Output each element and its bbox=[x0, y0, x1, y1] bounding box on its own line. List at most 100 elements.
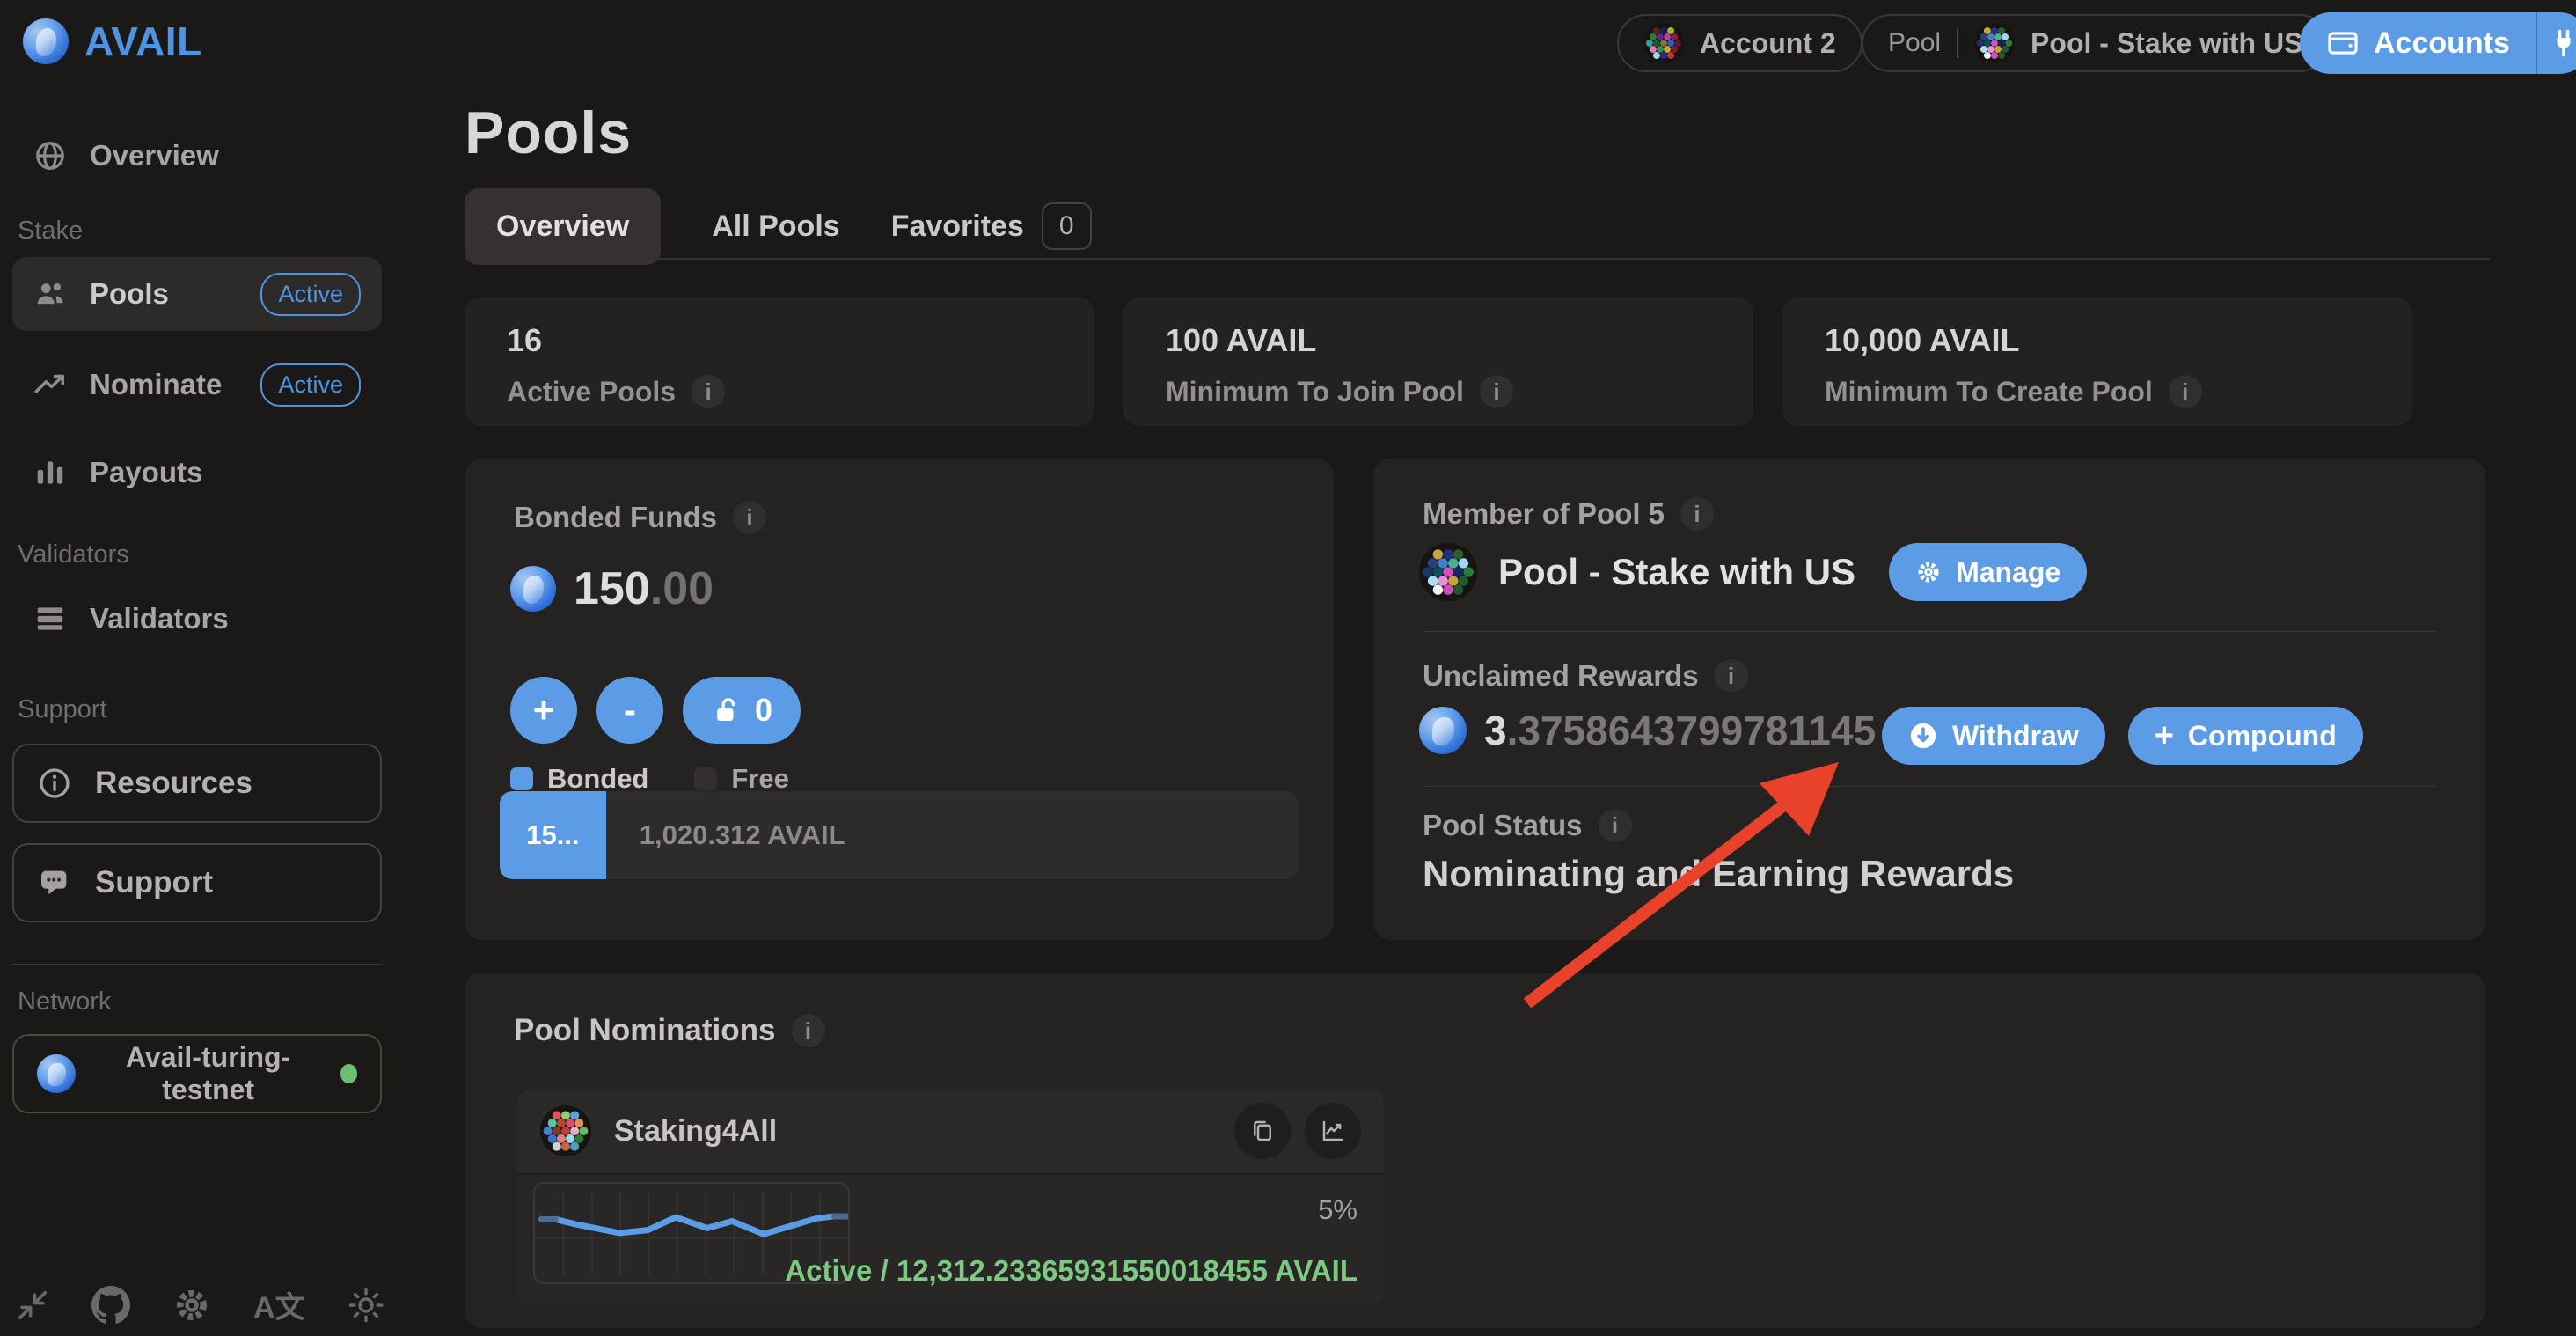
bonded-bar: 15... 1,020.312 AVAIL bbox=[500, 791, 1299, 879]
copy-address-button[interactable] bbox=[1234, 1103, 1291, 1159]
compound-button[interactable]: + Compound bbox=[2128, 707, 2363, 765]
accounts-label: Accounts bbox=[2374, 26, 2510, 61]
avail-logo-icon bbox=[23, 18, 69, 64]
sidebar-section-network: Network bbox=[18, 987, 111, 1017]
sidebar-item-validators[interactable]: Validators bbox=[12, 588, 382, 650]
unclaimed-amount-decimals: .3758643799781145 bbox=[1507, 708, 1877, 753]
member-pool-name: Pool - Stake with US bbox=[1498, 551, 1855, 593]
support-button[interactable]: Support bbox=[12, 843, 382, 922]
network-status-dot bbox=[340, 1064, 357, 1083]
legend-bonded: Bonded bbox=[510, 763, 648, 795]
stat-card-min-create: 10,000 AVAIL Minimum To Create Pool i bbox=[1782, 297, 2412, 426]
validator-identicon bbox=[540, 1105, 591, 1156]
info-icon[interactable]: i bbox=[2169, 375, 2202, 408]
github-icon[interactable] bbox=[91, 1286, 130, 1325]
info-icon[interactable]: i bbox=[692, 375, 725, 408]
tab-overview[interactable]: Overview bbox=[465, 188, 661, 265]
info-icon[interactable]: i bbox=[1680, 497, 1714, 531]
stat-card-active-pools: 16 Active Pools i bbox=[465, 297, 1094, 426]
avail-token-icon bbox=[1419, 707, 1467, 754]
legend-bonded-swatch bbox=[510, 767, 533, 790]
stat-label: Minimum To Join Pool bbox=[1166, 376, 1464, 408]
brand-logo[interactable]: AVAIL bbox=[23, 18, 202, 65]
sidebar: AVAIL Overview Stake Pools Active Nomina… bbox=[0, 0, 437, 1336]
info-icon[interactable]: i bbox=[1715, 659, 1748, 693]
favorites-count-badge: 0 bbox=[1042, 202, 1092, 250]
info-icon[interactable]: i bbox=[1480, 375, 1513, 408]
nomination-header: Staking4All bbox=[517, 1089, 1384, 1173]
pool-pill[interactable]: Pool Pool - Stake with US bbox=[1862, 14, 2329, 72]
member-pool-card: Member of Pool 5 i Pool - Stake with US … bbox=[1373, 459, 2485, 940]
stat-label: Minimum To Create Pool bbox=[1825, 376, 2153, 408]
sidebar-item-label: Pools bbox=[90, 277, 169, 311]
page-title: Pools bbox=[465, 99, 632, 167]
unlocks-button[interactable]: 0 bbox=[683, 677, 801, 744]
bond-add-button[interactable]: + bbox=[510, 677, 577, 744]
stat-card-min-join: 100 AVAIL Minimum To Join Pool i bbox=[1123, 297, 1753, 426]
network-name: Avail-turing-testnet bbox=[99, 1041, 318, 1106]
gear-icon[interactable] bbox=[172, 1286, 211, 1325]
sidebar-item-pools[interactable]: Pools Active bbox=[12, 257, 382, 331]
unlock-count: 0 bbox=[755, 692, 772, 729]
withdraw-button[interactable]: Withdraw bbox=[1882, 707, 2105, 765]
info-icon[interactable]: i bbox=[733, 501, 766, 534]
plus-icon: + bbox=[2155, 717, 2174, 755]
bar-chart-icon bbox=[33, 456, 67, 489]
collapse-icon[interactable] bbox=[16, 1288, 49, 1322]
validator-metrics-button[interactable] bbox=[1305, 1103, 1361, 1159]
nominations-title: Pool Nominations bbox=[514, 1013, 776, 1048]
member-divider bbox=[1423, 786, 2436, 787]
language-icon[interactable]: A文 bbox=[253, 1283, 305, 1326]
unlock-icon bbox=[711, 695, 741, 725]
support-label: Support bbox=[95, 865, 213, 900]
nomination-status: Active / 12,312.23365931550018455 AVAIL bbox=[785, 1254, 1358, 1288]
member-title: Member of Pool 5 bbox=[1423, 497, 1665, 531]
legend-free-swatch bbox=[694, 767, 717, 790]
trending-up-icon bbox=[33, 368, 67, 401]
account-pill[interactable]: Account 2 bbox=[1617, 14, 1862, 72]
info-icon[interactable]: i bbox=[1599, 809, 1632, 842]
stat-value: 100 AVAIL bbox=[1166, 322, 1711, 359]
network-button[interactable]: Avail-turing-testnet bbox=[12, 1034, 382, 1113]
wallet-icon bbox=[2326, 26, 2360, 60]
sidebar-section-support: Support bbox=[18, 695, 107, 724]
sidebar-item-nominate[interactable]: Nominate Active bbox=[12, 354, 382, 415]
avail-token-icon bbox=[510, 566, 556, 612]
bonded-bar-free-label: 1,020.312 AVAIL bbox=[640, 819, 845, 851]
withdraw-arrow-icon bbox=[1908, 721, 1938, 751]
plug-icon[interactable] bbox=[2537, 27, 2576, 59]
stat-label: Active Pools bbox=[507, 376, 676, 408]
bonded-funds-card: Bonded Funds i 150.00 + - 0 Bonded bbox=[465, 459, 1334, 940]
unclaimed-amount: 3 bbox=[1484, 708, 1507, 753]
nomination-item: Staking4All 5% Active / 12,312.233659315… bbox=[517, 1089, 1384, 1305]
sidebar-item-label: Overview bbox=[90, 139, 219, 173]
stat-value: 10,000 AVAIL bbox=[1825, 322, 2370, 359]
pool-prefix: Pool bbox=[1888, 28, 1941, 58]
tab-all-pools[interactable]: All Pools bbox=[712, 188, 839, 265]
sidebar-item-overview[interactable]: Overview bbox=[12, 125, 382, 187]
sidebar-item-label: Nominate bbox=[90, 368, 222, 401]
brightness-icon[interactable] bbox=[348, 1287, 384, 1324]
tab-favorites-label: Favorites bbox=[891, 209, 1024, 244]
member-pool-identicon bbox=[1419, 543, 1477, 601]
globe-icon bbox=[33, 139, 67, 173]
sidebar-item-payouts[interactable]: Payouts bbox=[12, 442, 382, 503]
legend-free: Free bbox=[694, 763, 788, 795]
resources-button[interactable]: Resources bbox=[12, 744, 382, 823]
users-icon bbox=[33, 277, 67, 311]
bonded-amount-decimals: .00 bbox=[650, 563, 714, 614]
info-circle-icon bbox=[37, 766, 72, 801]
pool-pill-label: Pool - Stake with US bbox=[2031, 27, 2302, 60]
pool-status-title: Pool Status bbox=[1423, 809, 1583, 842]
manage-button[interactable]: Manage bbox=[1889, 543, 2087, 601]
bond-remove-button[interactable]: - bbox=[596, 677, 663, 744]
active-badge: Active bbox=[260, 363, 361, 407]
account-label: Account 2 bbox=[1700, 27, 1836, 60]
account-identicon bbox=[1643, 23, 1684, 63]
sidebar-item-label: Validators bbox=[90, 602, 229, 635]
accounts-button[interactable]: Accounts bbox=[2300, 12, 2576, 74]
info-icon[interactable]: i bbox=[792, 1014, 825, 1047]
sidebar-section-validators: Validators bbox=[18, 540, 129, 569]
sidebar-item-label: Payouts bbox=[90, 456, 202, 489]
unclaimed-title: Unclaimed Rewards bbox=[1423, 659, 1699, 693]
